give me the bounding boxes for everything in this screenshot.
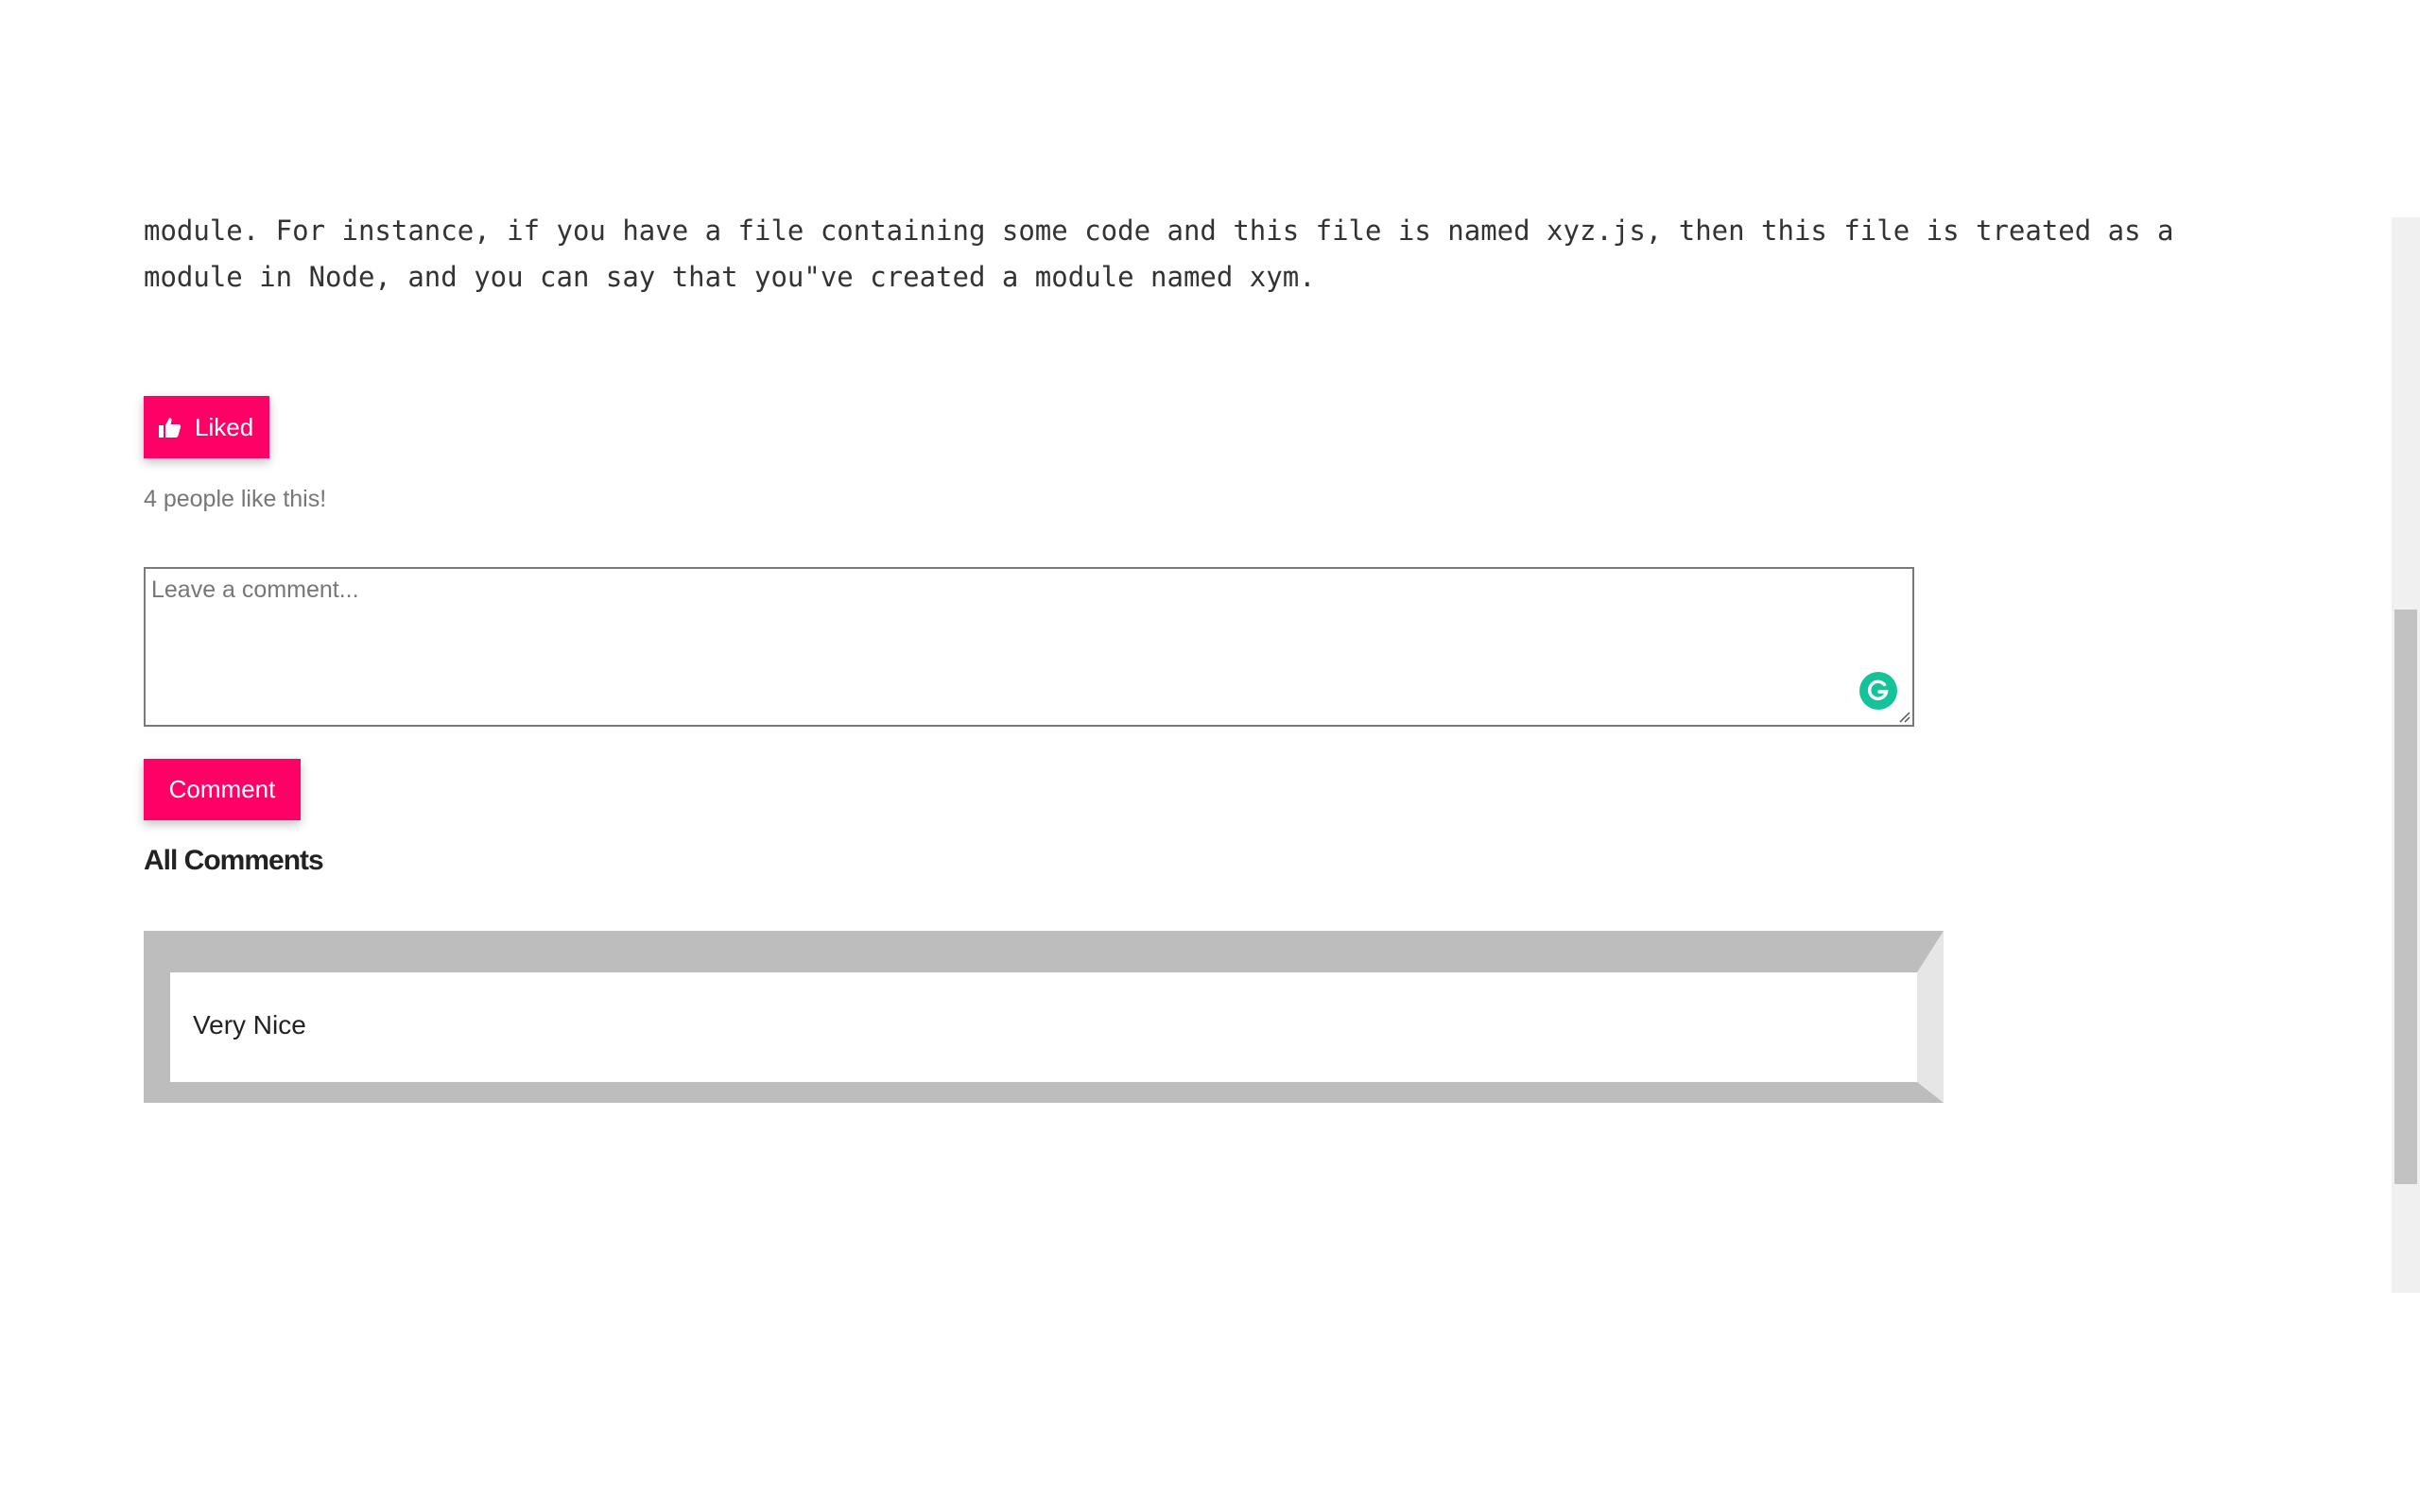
comment-input[interactable] [146, 569, 1912, 725]
comment-box [144, 567, 1914, 727]
scrollbar-thumb[interactable] [2394, 610, 2417, 1184]
resize-handle-icon[interactable] [1897, 710, 1910, 723]
comment-card: Very Nice [144, 931, 1944, 1103]
thumbs-up-icon [159, 417, 182, 438]
all-comments-heading: All Comments [144, 845, 324, 876]
like-count: 4 people like this! [144, 486, 327, 512]
comment-text: Very Nice [193, 1010, 306, 1040]
like-button[interactable]: Liked [144, 396, 269, 458]
grammarly-icon[interactable] [1859, 672, 1897, 710]
comment-submit-button[interactable]: Comment [144, 759, 301, 820]
page-scrollbar[interactable] [2392, 217, 2420, 1293]
article-paragraph: module. For instance, if you have a file… [144, 215, 2174, 293]
like-button-label: Liked [195, 412, 254, 441]
